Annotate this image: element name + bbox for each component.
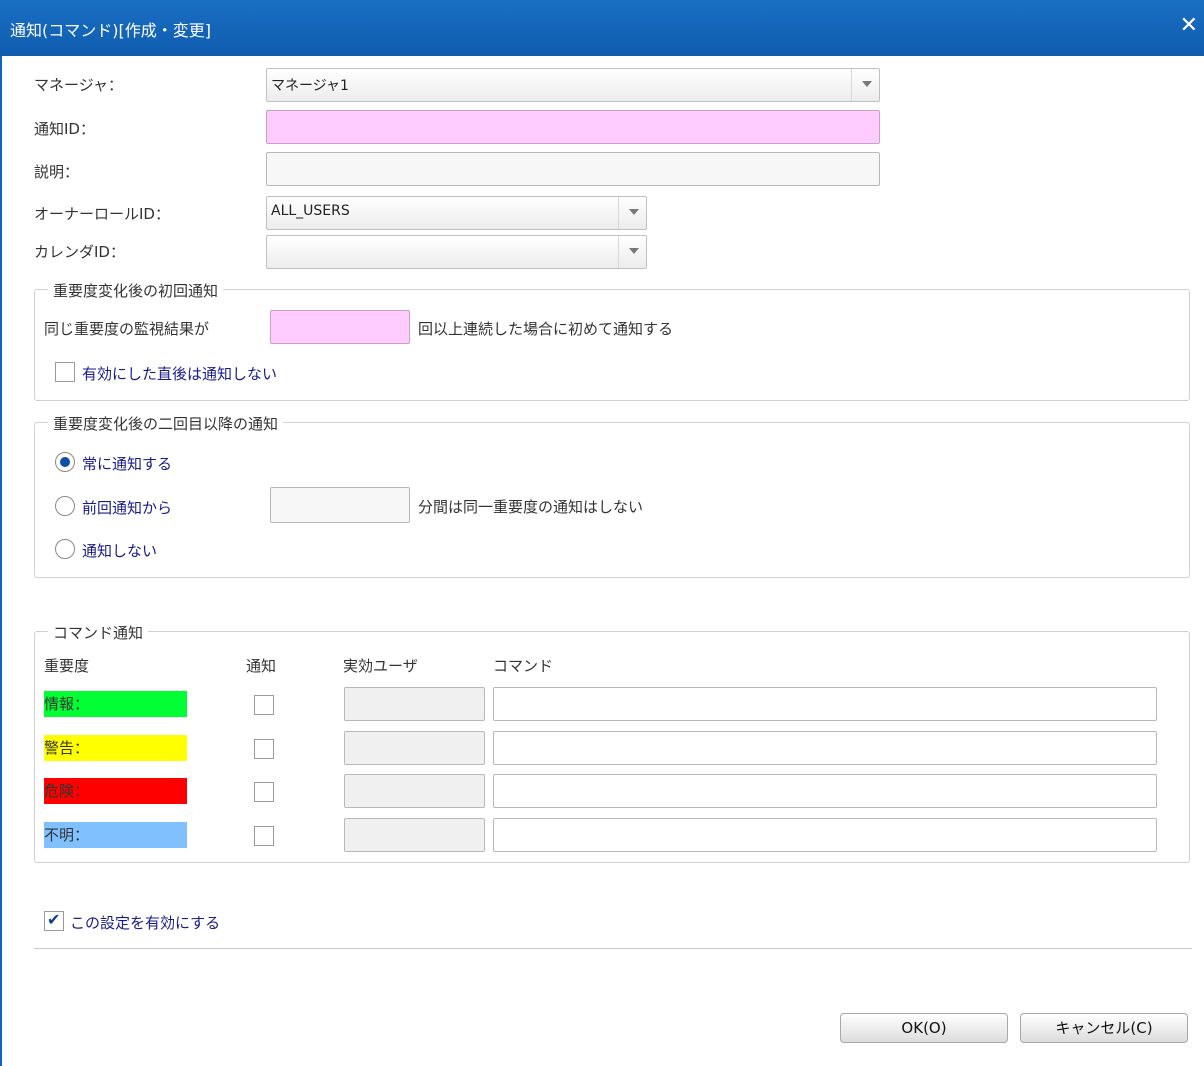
close-icon[interactable]: ✕ — [1180, 14, 1198, 38]
owner-role-label: オーナーロールID： — [34, 205, 170, 223]
severity-label: 危険： — [44, 778, 187, 804]
notify-checkbox[interactable] — [254, 826, 274, 846]
chevron-down-icon[interactable] — [618, 236, 646, 268]
command-input[interactable] — [493, 731, 1157, 765]
notify-checkbox[interactable] — [254, 782, 274, 802]
subsequent-notify-legend: 重要度変化後の二回目以降の通知 — [48, 413, 284, 434]
owner-role-select-value: ALL_USERS — [271, 203, 350, 219]
manager-label: マネージャ： — [34, 76, 123, 94]
description-label: 説明： — [34, 163, 80, 181]
calendar-select[interactable] — [266, 235, 647, 269]
notify-id-label: 通知ID： — [34, 120, 95, 138]
initial-notify-group — [34, 289, 1190, 401]
effective-user-input[interactable] — [344, 774, 485, 808]
initial-notify-legend: 重要度変化後の初回通知 — [48, 280, 224, 301]
command-input[interactable] — [493, 774, 1157, 808]
severity-label: 不明： — [44, 822, 187, 848]
radio-since-last-notify[interactable] — [55, 496, 75, 516]
radio-always-notify-label[interactable]: 常に通知する — [82, 453, 172, 474]
header-notify: 通知 — [246, 657, 277, 675]
cancel-button[interactable]: キャンセル(C) — [1020, 1013, 1188, 1043]
ok-button[interactable]: OK(O) — [840, 1013, 1008, 1043]
radio-since-last-notify-label[interactable]: 前回通知から — [82, 497, 172, 518]
header-command: コマンド — [493, 657, 554, 675]
command-input[interactable] — [493, 687, 1157, 721]
manager-select[interactable]: マネージャ1 — [266, 68, 880, 102]
notify-id-input[interactable] — [266, 110, 880, 144]
description-input[interactable] — [266, 152, 880, 186]
notify-checkbox[interactable] — [254, 739, 274, 759]
calendar-label: カレンダID： — [34, 243, 125, 261]
minutes-input[interactable] — [270, 487, 410, 523]
initial-notify-suffix: 回以上連続した場合に初めて通知する — [418, 320, 674, 338]
effective-user-input[interactable] — [344, 818, 485, 852]
header-effective-user: 実効ユーザ — [343, 657, 418, 675]
owner-role-select[interactable]: ALL_USERS — [266, 196, 647, 230]
dialog-title-bar: 通知(コマンド)[作成・変更] ✕ — [0, 0, 1204, 56]
initial-count-input[interactable] — [270, 310, 410, 344]
no-notify-after-enable-checkbox[interactable] — [55, 362, 75, 382]
enable-setting-label[interactable]: この設定を有効にする — [70, 912, 220, 933]
radio-always-notify[interactable] — [55, 452, 75, 472]
chevron-down-icon[interactable] — [851, 69, 879, 101]
manager-select-value: マネージャ1 — [271, 78, 349, 94]
chevron-down-icon[interactable] — [618, 197, 646, 229]
footer-divider — [34, 948, 1192, 949]
severity-label: 情報： — [44, 691, 187, 717]
enable-setting-checkbox[interactable] — [44, 910, 64, 931]
header-severity: 重要度 — [44, 657, 90, 675]
radio-no-notify-label[interactable]: 通知しない — [82, 540, 157, 561]
command-input[interactable] — [493, 818, 1157, 852]
effective-user-input[interactable] — [344, 687, 485, 721]
effective-user-input[interactable] — [344, 731, 485, 765]
command-notify-legend: コマンド通知 — [48, 622, 149, 643]
notify-checkbox[interactable] — [254, 695, 274, 715]
initial-notify-prefix: 同じ重要度の監視結果が — [44, 320, 210, 338]
severity-label: 警告： — [44, 735, 187, 761]
radio-no-notify[interactable] — [55, 539, 75, 559]
dialog-left-border — [0, 56, 2, 1066]
dialog-title: 通知(コマンド)[作成・変更] — [10, 21, 211, 40]
minutes-suffix: 分間は同一重要度の通知はしない — [418, 498, 644, 516]
no-notify-after-enable-label[interactable]: 有効にした直後は通知しない — [82, 363, 277, 384]
